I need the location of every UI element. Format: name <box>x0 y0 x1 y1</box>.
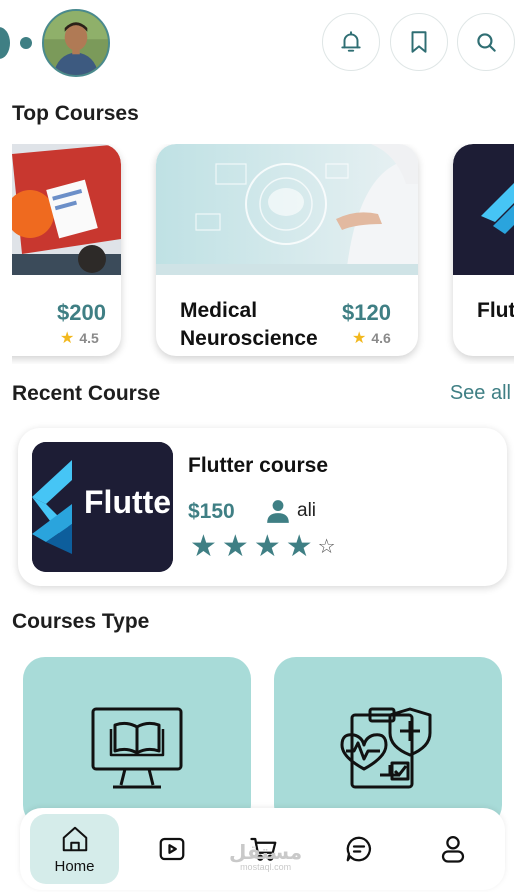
course-title: Flutter course <box>188 454 329 477</box>
computer-book-icon <box>91 707 183 789</box>
rating-value: 4.6 <box>371 330 391 346</box>
star-icon: ★ <box>352 330 367 347</box>
course-card[interactable]: Flut <box>453 144 514 356</box>
nav-videos[interactable] <box>142 814 202 884</box>
course-name: Flut <box>477 299 514 322</box>
course-price: $150 <box>188 500 235 523</box>
course-thumbnail <box>453 144 514 275</box>
profile-icon <box>441 836 465 863</box>
avatar[interactable] <box>42 9 110 77</box>
star-rating: ★ ★ ★ ★ ☆ <box>190 532 336 562</box>
course-thumbnail <box>156 144 418 275</box>
decor-dot-small <box>20 37 32 49</box>
course-thumbnail <box>12 144 121 275</box>
nav-chat[interactable] <box>329 814 389 884</box>
star-filled-icon: ★ <box>285 530 313 563</box>
watermark: مستقل mostaql.com <box>229 842 303 872</box>
recent-course-card[interactable]: Flutte Flutter course $150 ali ★ ★ ★ ★ ☆ <box>18 428 507 586</box>
author-name: ali <box>297 500 317 521</box>
author: ali <box>265 498 316 524</box>
notifications-button[interactable] <box>322 13 380 71</box>
course-rating: ★ 4.6 <box>352 328 391 348</box>
watermark-arabic: مستقل <box>229 842 303 864</box>
see-all-link[interactable]: See all <box>450 382 511 405</box>
recent-course-title: Recent Course <box>12 382 161 405</box>
top-courses-title: Top Courses <box>12 102 139 125</box>
course-type-card-medical[interactable] <box>274 657 502 827</box>
bookmarks-button[interactable] <box>390 13 448 71</box>
video-icon <box>159 837 185 861</box>
chat-icon <box>346 836 371 862</box>
courses-type-title: Courses Type <box>12 610 150 633</box>
home-icon <box>62 826 87 851</box>
course-card[interactable]: Medical Neuroscience $120 ★ 4.6 <box>156 144 418 356</box>
rating-value: 4.5 <box>79 330 99 346</box>
person-icon <box>267 500 289 523</box>
course-price: $120 <box>342 300 391 325</box>
star-filled-icon: ★ <box>190 530 217 563</box>
course-type-card-computer[interactable] <box>23 657 251 827</box>
medical-clipboard-icon <box>340 707 432 789</box>
thumbnail-text: Flutte <box>84 484 172 520</box>
star-icon: ★ <box>60 330 75 347</box>
nav-home-label: Home <box>54 857 95 875</box>
course-price: $200 <box>57 300 106 325</box>
search-icon <box>477 33 496 52</box>
course-name: Medical Neuroscience <box>180 299 318 350</box>
bell-icon <box>341 31 361 52</box>
bookmark-icon <box>411 31 427 53</box>
nav-home[interactable]: Home <box>30 814 119 884</box>
course-thumbnail: Flutte <box>32 442 173 572</box>
bottom-navigation: Home مستقل mostaql.com <box>20 808 505 890</box>
nav-profile[interactable] <box>423 814 483 884</box>
top-courses-carousel[interactable]: $200 ★ 4.5 Medical Neuroscience $120 ★ 4… <box>12 144 514 364</box>
search-button[interactable] <box>457 13 515 71</box>
star-filled-icon: ★ <box>221 530 249 563</box>
header <box>0 0 525 90</box>
star-filled-icon: ★ <box>253 530 281 563</box>
star-empty-icon: ☆ <box>317 536 336 558</box>
decor-dot-large <box>0 27 10 59</box>
course-rating: ★ 4.5 <box>60 328 99 348</box>
course-card[interactable]: $200 ★ 4.5 <box>12 144 121 356</box>
